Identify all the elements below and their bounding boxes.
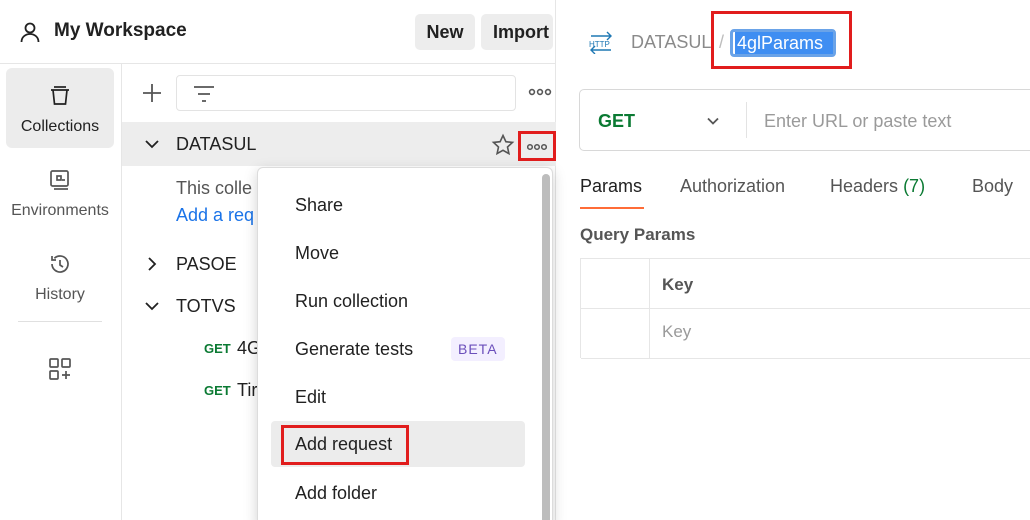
collection-context-menu: Share Move Run collection Generate tests… xyxy=(257,167,553,520)
add-configure-icon[interactable] xyxy=(47,356,73,382)
menu-item-share[interactable]: Share xyxy=(271,182,525,228)
sidebar-item-label: Collections xyxy=(20,118,100,135)
sidebar: My Workspace New Import Collections Envi… xyxy=(0,0,556,520)
more-options-icon[interactable] xyxy=(528,82,552,102)
request-name-input[interactable]: 4glParams xyxy=(730,29,836,57)
environments-icon xyxy=(48,168,72,192)
workspace-title[interactable]: My Workspace xyxy=(54,20,187,42)
menu-item-label: Add folder xyxy=(295,483,378,503)
sidebar-item-environments[interactable]: Environments xyxy=(6,152,114,232)
tab-label: Headers xyxy=(830,176,899,196)
url-divider xyxy=(746,102,747,138)
rail-divider xyxy=(18,321,102,322)
menu-item-label: Edit xyxy=(295,387,327,407)
star-icon[interactable] xyxy=(491,133,515,157)
breadcrumb-collection[interactable]: DATASUL xyxy=(631,32,711,53)
beta-badge: BETA xyxy=(451,337,505,361)
sidebar-item-label: Environments xyxy=(11,202,109,219)
method-badge: GET xyxy=(204,341,231,356)
user-icon xyxy=(18,20,42,44)
menu-item-add-folder[interactable]: Add folder xyxy=(271,470,525,516)
chevron-down-icon[interactable] xyxy=(144,136,160,152)
collections-icon xyxy=(48,84,72,108)
active-tab-indicator xyxy=(580,207,644,209)
menu-item-run-collection[interactable]: Run collection xyxy=(271,278,525,324)
request-name[interactable]: Tir xyxy=(237,380,257,401)
tab-authorization[interactable]: Authorization xyxy=(680,176,785,197)
collection-name[interactable]: PASOE xyxy=(176,254,237,275)
selected-request-name: 4glParams xyxy=(735,32,833,54)
collection-name: DATASUL xyxy=(176,134,257,154)
headers-count: (7) xyxy=(903,176,926,196)
key-input[interactable]: Key xyxy=(662,322,691,342)
sidebar-rail: Collections Environments History xyxy=(0,64,122,520)
tab-body[interactable]: Body xyxy=(972,176,1013,197)
method-badge: GET xyxy=(204,383,231,398)
collections-toolbar xyxy=(122,64,556,122)
key-column-header: Key xyxy=(662,275,694,294)
http-icon: HTTP xyxy=(587,30,615,55)
import-button[interactable]: Import xyxy=(481,14,553,50)
method-select[interactable]: GET xyxy=(598,111,635,132)
url-bar: GET xyxy=(579,89,1030,151)
tab-params[interactable]: Params xyxy=(580,176,642,197)
menu-item-edit[interactable]: Edit xyxy=(271,374,525,420)
collection-more-button[interactable] xyxy=(518,131,556,161)
filter-input[interactable] xyxy=(176,75,516,111)
filter-icon xyxy=(194,86,214,102)
plus-icon[interactable] xyxy=(140,81,164,105)
sidebar-item-history[interactable]: History xyxy=(6,236,114,316)
empty-collection-text: This colle xyxy=(176,178,253,198)
sidebar-item-collections[interactable]: Collections xyxy=(6,68,114,148)
more-options-icon xyxy=(527,143,547,151)
menu-item-label: Add request xyxy=(295,434,393,454)
tab-headers[interactable]: Headers (7) xyxy=(830,176,925,197)
menu-item-label: Share xyxy=(295,195,344,215)
menu-item-add-request[interactable]: Add request xyxy=(271,421,525,467)
collection-name[interactable]: TOTVS xyxy=(176,296,236,317)
query-params-title: Query Params xyxy=(580,225,696,244)
menu-item-label: Run collection xyxy=(295,291,409,311)
add-request-link[interactable]: Add a req xyxy=(176,205,254,226)
menu-item-generate-tests[interactable]: Generate tests BETA xyxy=(271,326,525,372)
workspace-header: My Workspace New Import xyxy=(0,0,556,64)
new-button[interactable]: New xyxy=(415,14,475,50)
menu-scrollbar[interactable] xyxy=(542,174,550,520)
menu-item-label: Generate tests xyxy=(295,339,414,359)
history-icon xyxy=(48,252,72,276)
chevron-right-icon[interactable] xyxy=(144,256,160,272)
svg-text:HTTP: HTTP xyxy=(589,40,610,49)
query-params-table: Key Key xyxy=(580,258,1030,359)
url-input[interactable] xyxy=(764,109,1030,133)
chevron-down-icon[interactable] xyxy=(706,114,720,128)
chevron-down-icon[interactable] xyxy=(144,298,160,314)
sidebar-item-label: History xyxy=(35,286,85,303)
column-divider xyxy=(649,259,650,359)
menu-item-move[interactable]: Move xyxy=(271,230,525,276)
menu-item-label: Move xyxy=(295,243,340,263)
request-editor: HTTP DATASUL / 4glParams GET Params Auth… xyxy=(557,0,1030,520)
collection-row-datasul[interactable]: DATASUL xyxy=(122,122,556,166)
